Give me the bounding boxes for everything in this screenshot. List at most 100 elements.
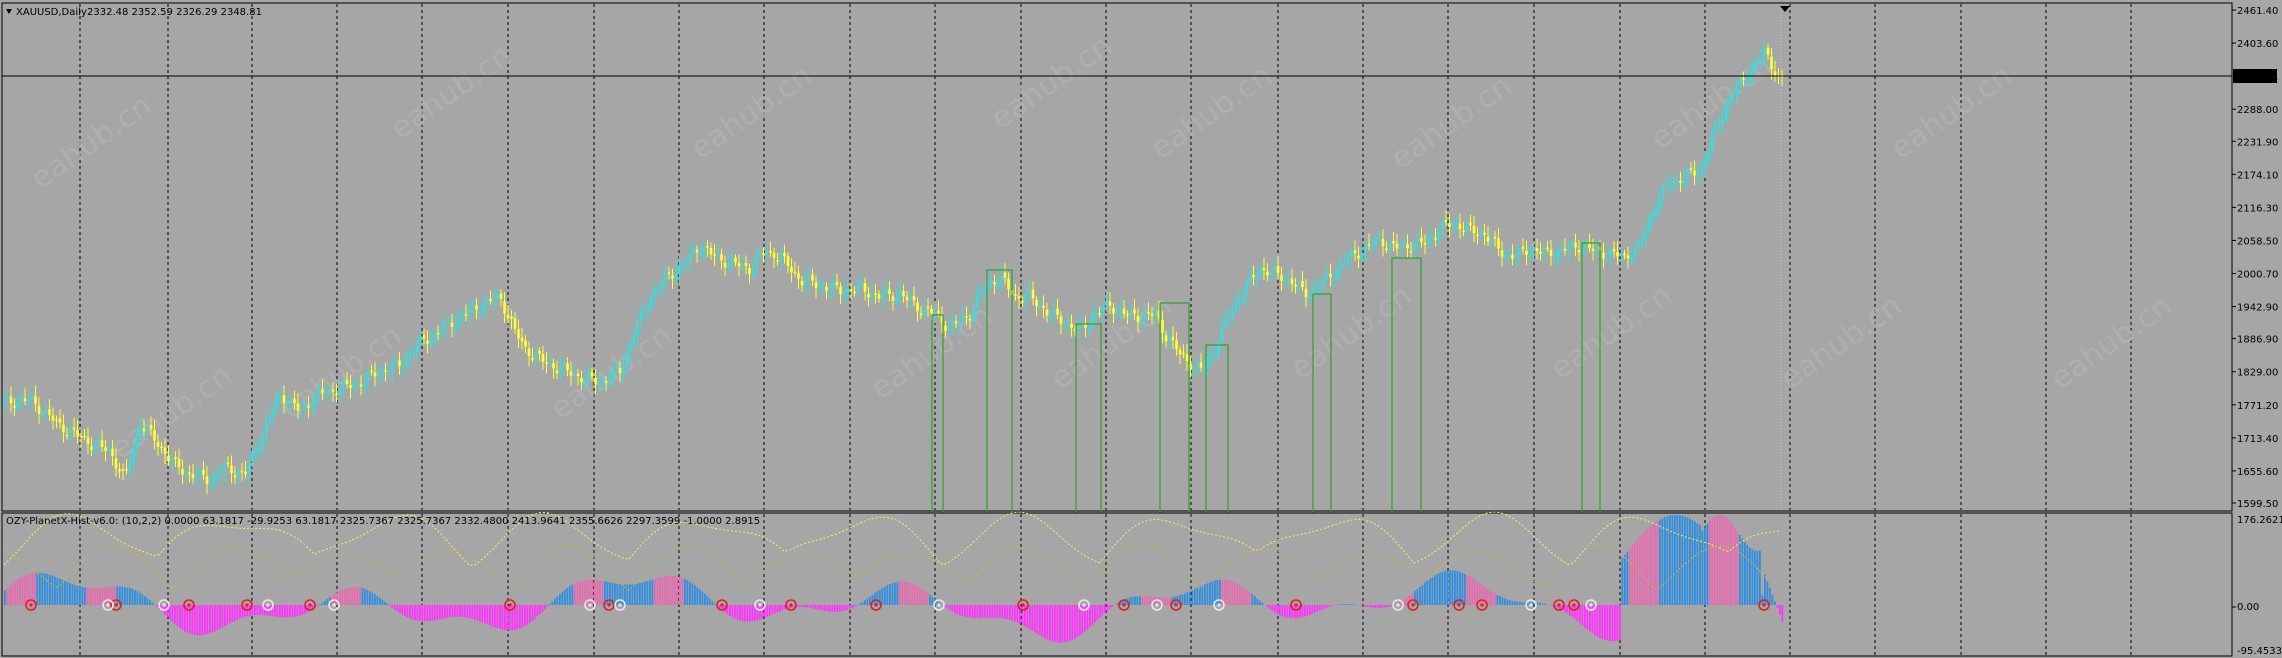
histogram-bar <box>769 605 771 616</box>
histogram-bar <box>1671 515 1674 605</box>
histogram-bar <box>649 580 651 605</box>
histogram-bar <box>1624 554 1626 605</box>
histogram-bar <box>1506 599 1509 605</box>
candle-body <box>748 268 751 274</box>
candle-body <box>240 470 244 473</box>
histogram-bar <box>406 605 409 618</box>
candle-body <box>457 316 461 325</box>
candle-body <box>149 424 153 430</box>
candle-body <box>345 380 349 384</box>
histogram-bar <box>224 605 226 627</box>
candle-body <box>1623 253 1626 256</box>
histogram-bar <box>1779 605 1781 615</box>
candle-body <box>1640 239 1644 242</box>
candle-body <box>538 350 541 354</box>
histogram-bar <box>1069 605 1071 641</box>
histogram-bar <box>1054 605 1056 642</box>
histogram-bar <box>954 605 956 613</box>
candle-body <box>212 475 216 483</box>
histogram-bar <box>1641 534 1644 605</box>
candle-body <box>1437 231 1441 240</box>
histogram-bar <box>69 583 71 605</box>
histogram-bar <box>1259 600 1261 605</box>
histogram-bar <box>1444 571 1446 605</box>
histogram-bar <box>346 588 349 605</box>
candle-body <box>520 337 524 342</box>
candle-body <box>1434 238 1437 240</box>
indicator-panel[interactable]: OZY-PlanetX-Hist-v6.0: (10,2,2) 0.0000 6… <box>1 511 2233 657</box>
histogram-bar <box>1606 605 1609 641</box>
histogram-bar <box>1146 596 1149 605</box>
histogram-bar <box>509 605 511 631</box>
candle-body <box>503 301 506 314</box>
histogram-bar <box>629 584 631 605</box>
histogram-bar <box>194 605 196 635</box>
candle-body <box>13 405 16 408</box>
histogram-bar <box>679 577 681 605</box>
histogram-bar <box>574 583 576 605</box>
candle-body <box>1752 62 1756 72</box>
histogram-bar <box>826 605 829 612</box>
histogram-bar <box>731 605 734 618</box>
candle-body <box>307 405 310 408</box>
candle-body <box>1532 247 1535 252</box>
candle-body <box>1066 322 1070 325</box>
histogram-bar <box>1509 600 1511 605</box>
candle-body <box>1409 250 1413 253</box>
candle-body <box>828 290 832 292</box>
histogram-bar <box>906 582 909 605</box>
histogram-bar <box>1421 584 1424 605</box>
candle-body <box>1343 263 1346 265</box>
candle-body <box>562 363 566 366</box>
histogram-bar <box>259 605 261 616</box>
candle-body <box>492 299 496 301</box>
histogram-bar <box>1139 596 1141 605</box>
candle-body <box>1234 300 1238 308</box>
sell-arrow-dot <box>1557 603 1561 607</box>
histogram-bar <box>1166 597 1169 605</box>
histogram-bar <box>244 605 246 618</box>
candle-body <box>1381 239 1385 247</box>
histogram-bar <box>804 605 806 608</box>
candle-body <box>1584 243 1588 247</box>
histogram-bar <box>1514 601 1516 605</box>
candle-body <box>692 248 695 252</box>
candle-body <box>331 389 335 392</box>
candle-body <box>1465 225 1469 230</box>
histogram-bar <box>1351 604 1354 605</box>
histogram-bar <box>281 605 284 618</box>
histogram-bar <box>1089 605 1091 628</box>
candle-body <box>426 340 429 344</box>
histogram-bar <box>1769 587 1771 605</box>
candle-body <box>443 322 447 330</box>
candle-body <box>90 446 93 450</box>
histogram-bar <box>734 605 736 619</box>
candle-body <box>142 428 146 432</box>
candle-body <box>23 398 27 402</box>
histogram-bar <box>544 605 546 610</box>
candle-body <box>1318 287 1322 290</box>
candle-body <box>1560 248 1563 250</box>
candle-body <box>513 317 517 329</box>
candle-body <box>688 253 692 261</box>
candle-body <box>1563 248 1567 251</box>
candle-body <box>853 291 856 294</box>
histogram-bar <box>1066 605 1069 642</box>
histogram-bar <box>1131 596 1134 605</box>
price-tick-label: 2403.60 <box>2237 39 2278 50</box>
histogram-bar <box>1661 518 1664 605</box>
candle-body <box>1735 88 1738 97</box>
histogram-bar <box>441 605 444 619</box>
candle-body <box>181 468 184 475</box>
histogram-bar <box>39 572 41 605</box>
candle-body <box>583 379 587 383</box>
chart-window[interactable]: eahub.cneahub.cn eahub.cneahub.cneahub.cn… <box>0 0 2282 658</box>
candle-body <box>835 281 839 286</box>
histogram-bar <box>961 605 964 616</box>
candle-body <box>888 289 891 295</box>
histogram-bar <box>1104 605 1106 613</box>
candle-body <box>1367 243 1371 246</box>
candle-body <box>790 266 793 273</box>
histogram-bar <box>286 605 289 618</box>
candle-body <box>1262 268 1266 271</box>
